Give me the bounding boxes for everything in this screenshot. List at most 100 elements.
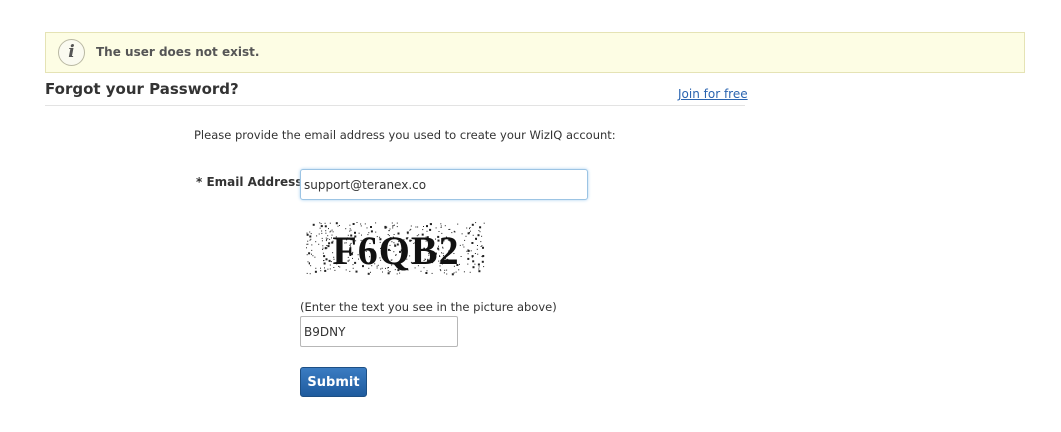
captcha-noise-dot	[475, 237, 477, 240]
captcha-noise-dot	[479, 231, 481, 233]
captcha-noise-dot	[328, 259, 331, 262]
captcha-text: F6QB2	[332, 228, 459, 273]
captcha-noise-dot	[480, 246, 482, 247]
captcha-noise-dot	[322, 252, 324, 254]
captcha-noise-dot	[328, 228, 329, 230]
captcha-noise-dot	[337, 225, 339, 227]
captcha-noise-dot	[410, 225, 412, 227]
captcha-noise-dot	[324, 247, 327, 250]
captcha-noise-dot	[467, 253, 469, 255]
captcha-noise-dot	[325, 237, 327, 239]
captcha-noise-dot	[462, 244, 464, 246]
captcha-noise-dot	[459, 244, 461, 246]
captcha-noise-dot	[444, 225, 446, 227]
captcha-noise-dot	[314, 270, 317, 273]
captcha-noise-dot	[472, 260, 475, 263]
join-for-free-link[interactable]: Join for free	[678, 87, 748, 101]
captcha-noise-dot	[477, 253, 479, 255]
captcha-noise-dot	[320, 270, 322, 272]
captcha-noise-dot	[476, 248, 478, 250]
captcha-noise-dot	[480, 241, 482, 243]
captcha-noise-dot	[471, 242, 474, 244]
captcha-noise-dot	[324, 267, 325, 269]
captcha-noise-dot	[469, 227, 471, 228]
captcha-noise-dot	[396, 226, 398, 228]
captcha-noise-dot	[349, 224, 351, 226]
captcha-noise-dot	[316, 235, 318, 237]
captcha-noise-dot	[307, 240, 309, 242]
submit-button[interactable]: Submit	[300, 367, 367, 397]
captcha-noise-dot	[325, 232, 327, 234]
captcha-noise-dot	[364, 223, 366, 225]
captcha-noise-dot	[307, 261, 309, 263]
email-field[interactable]	[300, 169, 588, 200]
captcha-noise-dot	[324, 269, 327, 272]
captcha-noise-dot	[327, 245, 330, 248]
captcha-noise-dot	[329, 238, 331, 240]
captcha-noise-dot	[323, 255, 326, 258]
captcha-noise-dot	[396, 273, 398, 275]
captcha-noise-dot	[319, 222, 321, 224]
captcha-noise-dot	[311, 249, 313, 251]
captcha-noise-dot	[309, 235, 312, 238]
captcha-noise-dot	[326, 245, 328, 246]
captcha-noise-dot	[360, 223, 362, 225]
forgot-password-page: i The user does not exist. Forgot your P…	[0, 0, 1061, 432]
captcha-noise-dot	[309, 231, 311, 233]
captcha-noise-dot	[324, 222, 326, 224]
captcha-noise-dot	[477, 234, 480, 237]
captcha-noise-dot	[474, 263, 476, 265]
captcha-noise-dot	[323, 262, 326, 265]
captcha-noise-dot	[311, 253, 312, 255]
captcha-noise-dot	[471, 223, 474, 226]
captcha-noise-dot	[469, 232, 470, 234]
captcha-noise-dot	[306, 254, 308, 256]
captcha-noise-dot	[483, 222, 485, 224]
alert-message: The user does not exist.	[96, 45, 260, 59]
captcha-noise-dot	[323, 260, 325, 261]
captcha-noise-dot	[322, 249, 324, 250]
captcha-noise-dot	[306, 233, 309, 236]
captcha-image: F6QB2	[306, 222, 486, 276]
captcha-noise-dot	[460, 256, 462, 257]
captcha-noise-dot	[339, 225, 340, 226]
captcha-noise-dot	[469, 230, 471, 232]
captcha-input[interactable]	[300, 316, 458, 347]
captcha-noise-dot	[324, 225, 327, 228]
captcha-noise-dot	[470, 250, 472, 252]
captcha-noise-dot	[327, 235, 329, 237]
info-icon: i	[58, 39, 85, 66]
captcha-noise-dot	[464, 239, 466, 241]
header-divider	[45, 105, 745, 106]
captcha-noise-dot	[467, 257, 470, 260]
captcha-noise-dot	[474, 253, 476, 254]
email-label: * Email Address:	[196, 175, 308, 189]
captcha-noise-dot	[309, 273, 311, 275]
captcha-noise-dot	[482, 246, 484, 249]
captcha-noise-dot	[314, 256, 316, 258]
captcha-noise-dot	[475, 222, 477, 224]
captcha-noise-dot	[356, 222, 358, 223]
captcha-noise-dot	[329, 264, 331, 266]
captcha-noise-dot	[466, 227, 468, 229]
captcha-noise-dot	[431, 272, 433, 274]
captcha-noise-dot	[320, 267, 321, 269]
captcha-noise-dot	[322, 247, 324, 249]
captcha-noise-dot	[329, 231, 331, 233]
captcha-noise-dot	[315, 241, 317, 243]
captcha-noise-dot	[327, 238, 329, 240]
captcha-noise-dot	[367, 272, 370, 275]
instructions-text: Please provide the email address you use…	[194, 128, 616, 142]
captcha-noise-dot	[469, 271, 471, 273]
captcha-noise-dot	[423, 226, 424, 227]
captcha-noise-dot	[327, 268, 329, 270]
captcha-noise-dot	[329, 222, 331, 224]
captcha-noise-dot	[461, 233, 463, 235]
captcha-noise-dot	[318, 233, 320, 235]
captcha-noise-dot	[310, 233, 312, 235]
captcha-noise-dot	[482, 256, 484, 258]
captcha-noise-dot	[326, 247, 328, 249]
captcha-noise-dot	[457, 223, 459, 225]
captcha-noise-dot	[312, 255, 314, 257]
captcha-noise-dot	[451, 273, 454, 276]
